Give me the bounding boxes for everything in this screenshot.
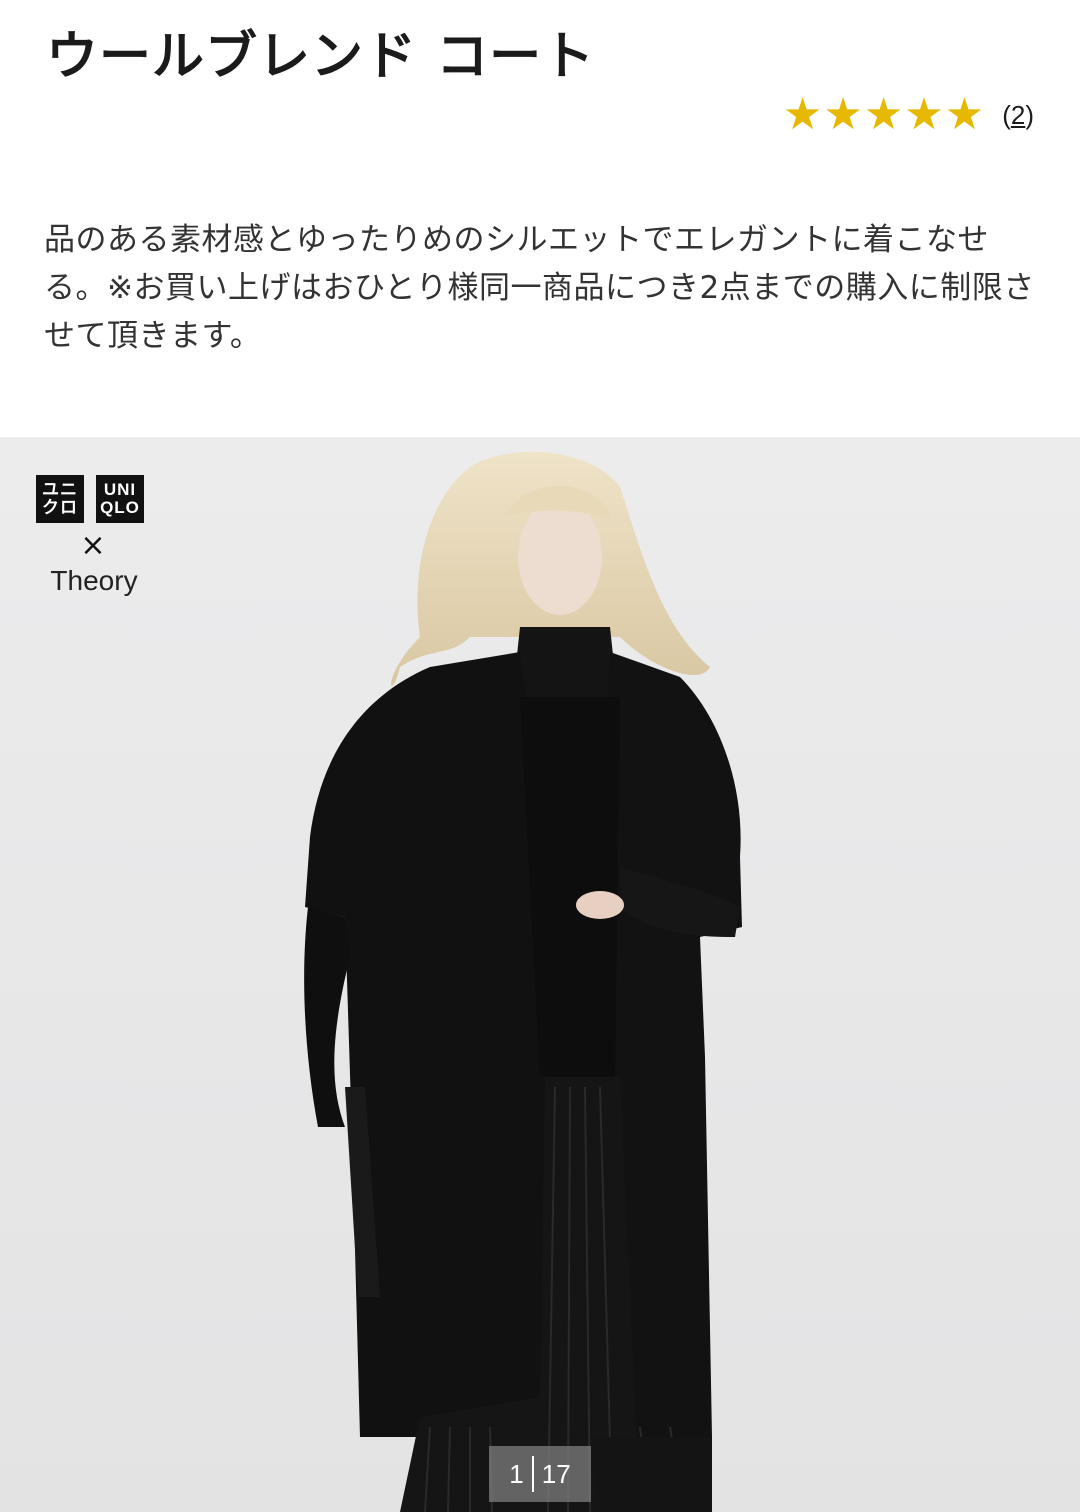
product-description: 品のある素材感とゆったりめのシルエットでエレガントに着こなせる。※お買い上げはお… (44, 222, 1035, 354)
rating-summary[interactable]: ★ ★ ★ ★ ★ (2) (782, 92, 1034, 138)
collab-brand: Theory (50, 565, 138, 596)
star-icon: ★ (904, 89, 944, 140)
uniqlo-latin-logo: UNI QLO (96, 475, 144, 523)
star-icon: ★ (782, 89, 823, 140)
pager-total: 17 (541, 1458, 571, 1489)
image-pager: 1 17 (489, 1446, 591, 1502)
star-icon: ★ (944, 89, 985, 140)
product-title: ウールブレンド コート (46, 27, 596, 87)
open-paren: ( (1002, 99, 1011, 130)
logo-box1-line2: クロ (42, 498, 78, 517)
logo-box2-line2: QLO (100, 498, 140, 517)
star-icon: ★ (823, 89, 863, 140)
product-image-carousel[interactable]: ユニ クロ UNI QLO × Theory 1 17 (0, 437, 1080, 1512)
collab-times: × (80, 528, 106, 563)
star-icon: ★ (863, 89, 904, 140)
logo-box1-line1: ユニ (42, 480, 78, 499)
review-count: 2 (1010, 99, 1026, 130)
uniqlo-theory-logo: ユニ クロ UNI QLO × Theory (36, 475, 148, 597)
uniqlo-logo: ユニ クロ UNI QLO (36, 475, 148, 523)
product-photo (0, 437, 1080, 1512)
pager-separator (531, 1456, 534, 1492)
pager-current: 1 (509, 1458, 524, 1489)
logo-box2-line1: UNI (103, 480, 137, 499)
star-rating: ★ ★ ★ ★ ★ (782, 92, 984, 138)
uniqlo-katakana-logo: ユニ クロ (36, 475, 84, 523)
review-count-link[interactable]: (2) (1002, 100, 1034, 131)
product-page: ウールブレンド コート ★ ★ ★ ★ ★ (2) 品のある素材感とゆったりめの… (0, 0, 1080, 1512)
close-paren: ) (1025, 99, 1034, 130)
